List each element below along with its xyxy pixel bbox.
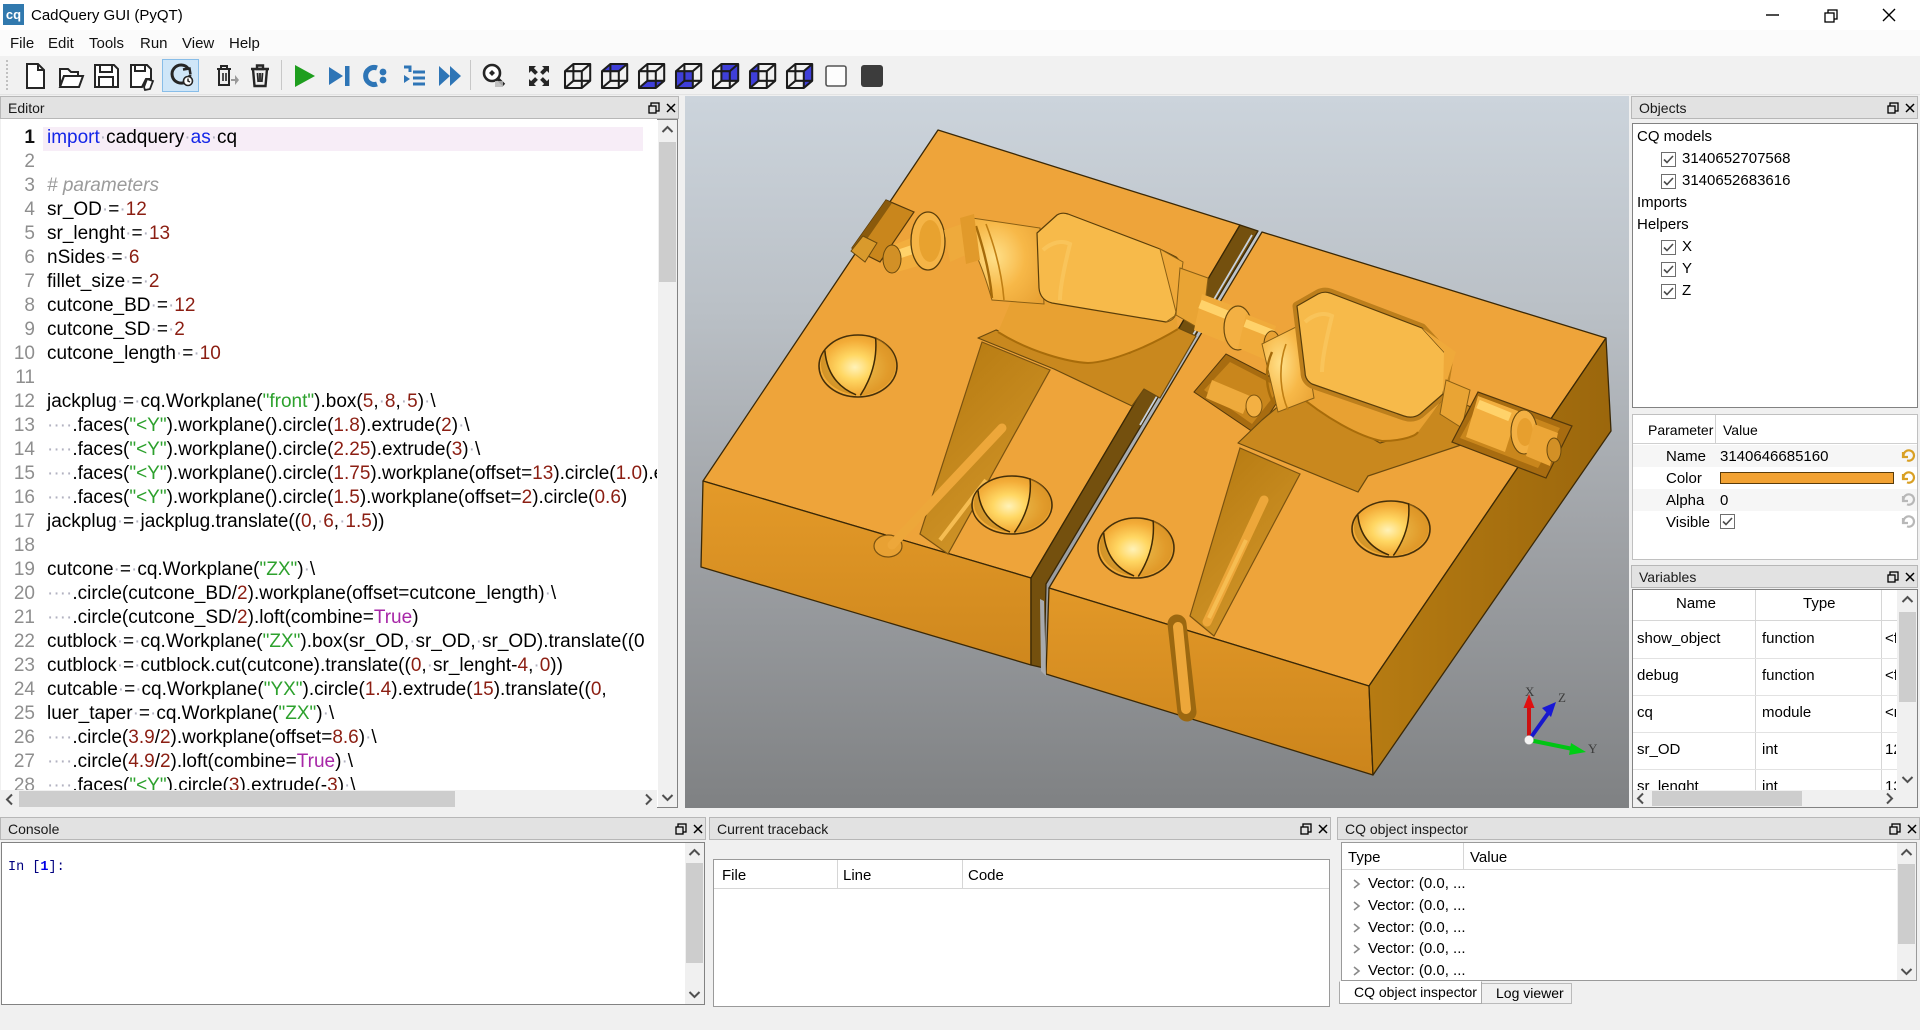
svg-text:Y: Y: [1588, 741, 1598, 756]
svg-text:Z: Z: [1558, 690, 1566, 705]
svg-text:X: X: [1525, 684, 1535, 699]
